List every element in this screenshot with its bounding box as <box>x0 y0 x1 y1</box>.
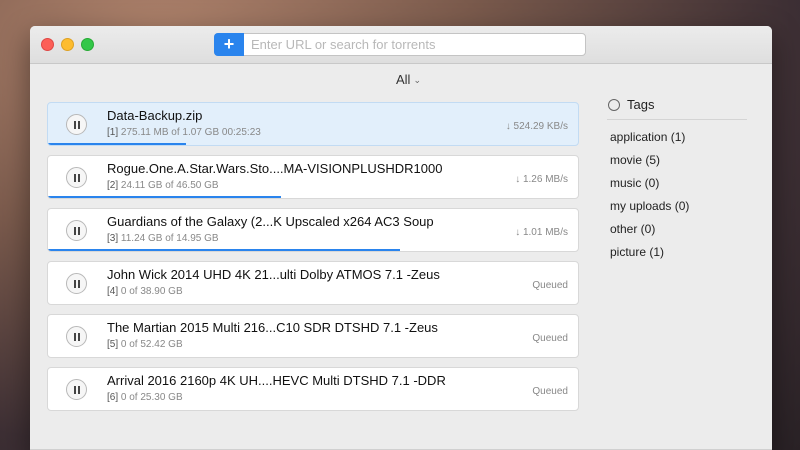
torrent-index: [2] <box>107 180 119 191</box>
torrent-name: Guardians of the Galaxy (2...K Upscaled … <box>107 214 434 229</box>
torrent-progress-text: 0 of 38.90 GB <box>120 286 183 297</box>
torrent-status: Queued <box>532 333 568 344</box>
pause-icon[interactable] <box>66 114 87 135</box>
tag-item-music[interactable]: music (0) <box>607 172 747 195</box>
pause-icon[interactable] <box>66 167 87 188</box>
tag-item-picture[interactable]: picture (1) <box>607 241 747 264</box>
app-window: + All⌄ Data-Backup.zip [1] 275.11 MB of … <box>30 26 772 450</box>
search-bar: + <box>214 33 586 56</box>
tag-item-application[interactable]: application (1) <box>607 126 747 149</box>
pause-icon[interactable] <box>66 326 87 347</box>
torrent-meta: [6] 0 of 25.30 GB <box>107 392 183 403</box>
torrent-meta: [3] 11.24 GB of 14.95 GB <box>107 233 219 244</box>
torrent-progress-text: 24.11 GB of 46.50 GB <box>120 180 219 191</box>
torrent-speed: ↓ 524.29 KB/s <box>505 121 568 132</box>
torrent-index: [3] <box>107 233 119 244</box>
torrent-row-2[interactable]: Rogue.One.A.Star.Wars.Sto....MA-VISIONPL… <box>47 155 579 199</box>
torrent-index: [5] <box>107 339 119 350</box>
torrent-name: The Martian 2015 Multi 216...C10 SDR DTS… <box>107 320 438 335</box>
torrent-progress-text: 0 of 25.30 GB <box>120 392 183 403</box>
tags-title: Tags <box>627 97 655 112</box>
torrent-name: Rogue.One.A.Star.Wars.Sto....MA-VISIONPL… <box>107 161 443 176</box>
torrent-row-6[interactable]: Arrival 2016 2160p 4K UH....HEVC Multi D… <box>47 367 579 411</box>
tag-item-movie[interactable]: movie (5) <box>607 149 747 172</box>
pause-icon[interactable] <box>66 220 87 241</box>
torrent-speed: ↓ 1.26 MB/s <box>515 174 568 185</box>
torrent-progress-text: 0 of 52.42 GB <box>120 339 183 350</box>
minimize-window-button[interactable] <box>61 38 74 51</box>
torrent-name: John Wick 2014 UHD 4K 21...ulti Dolby AT… <box>107 267 440 282</box>
progress-bar <box>48 143 186 145</box>
torrent-row-1[interactable]: Data-Backup.zip [1] 275.11 MB of 1.07 GB… <box>47 102 579 146</box>
close-window-button[interactable] <box>41 38 54 51</box>
search-input[interactable] <box>251 36 571 53</box>
tag-item-my-uploads[interactable]: my uploads (0) <box>607 195 747 218</box>
torrent-speed: ↓ 1.01 MB/s <box>515 227 568 238</box>
tag-icon <box>608 99 620 111</box>
torrent-progress-text: 275.11 MB of 1.07 GB 00:25:23 <box>120 127 261 138</box>
torrent-status: Queued <box>532 280 568 291</box>
title-bar: + <box>30 26 772 64</box>
torrent-meta: [4] 0 of 38.90 GB <box>107 286 183 297</box>
pause-icon[interactable] <box>66 379 87 400</box>
zoom-window-button[interactable] <box>81 38 94 51</box>
torrent-row-4[interactable]: John Wick 2014 UHD 4K 21...ulti Dolby AT… <box>47 261 579 305</box>
tags-list: application (1) movie (5) music (0) my u… <box>607 126 747 264</box>
add-torrent-button[interactable]: + <box>214 33 244 56</box>
torrent-meta: [2] 24.11 GB of 46.50 GB <box>107 180 219 191</box>
filter-dropdown[interactable]: All ⌄ <box>396 72 421 87</box>
filter-label: All <box>396 72 411 87</box>
pause-icon[interactable] <box>66 273 87 294</box>
torrent-row-3[interactable]: Guardians of the Galaxy (2...K Upscaled … <box>47 208 579 252</box>
tags-panel: Tags application (1) movie (5) music (0)… <box>607 96 747 264</box>
torrent-list: Data-Backup.zip [1] 275.11 MB of 1.07 GB… <box>47 102 579 420</box>
torrent-index: [1] <box>107 127 119 138</box>
tag-item-other[interactable]: other (0) <box>607 218 747 241</box>
torrent-index: [4] <box>107 286 119 297</box>
torrent-meta: [1] 275.11 MB of 1.07 GB 00:25:23 <box>107 127 261 138</box>
torrent-name: Data-Backup.zip <box>107 108 203 123</box>
torrent-name: Arrival 2016 2160p 4K UH....HEVC Multi D… <box>107 373 446 388</box>
torrent-row-5[interactable]: The Martian 2015 Multi 216...C10 SDR DTS… <box>47 314 579 358</box>
progress-bar <box>48 249 401 251</box>
chevron-down-icon: ⌄ <box>413 75 421 85</box>
torrent-progress-text: 11.24 GB of 14.95 GB <box>120 233 219 244</box>
tags-header: Tags <box>607 96 747 120</box>
torrent-status: Queued <box>532 386 568 397</box>
progress-bar <box>48 196 282 198</box>
torrent-index: [6] <box>107 392 119 403</box>
torrent-meta: [5] 0 of 52.42 GB <box>107 339 183 350</box>
